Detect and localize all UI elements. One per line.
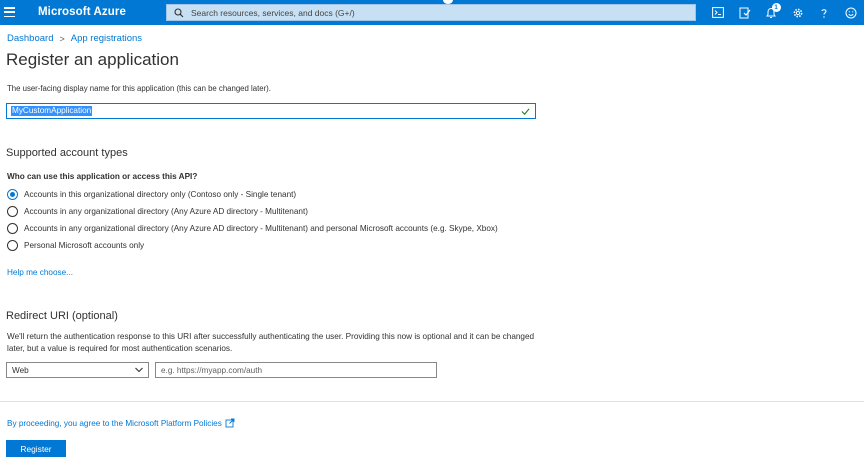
redirect-uri-input[interactable]	[155, 362, 437, 378]
search-input[interactable]	[191, 5, 691, 20]
page-title: Register an application	[6, 50, 179, 69]
breadcrumb: Dashboard > App registrations	[7, 33, 142, 44]
top-bar: Microsoft Azure 1	[0, 0, 864, 25]
chevron-down-icon	[135, 367, 143, 373]
breadcrumb-separator: >	[59, 33, 65, 44]
radio-label: Personal Microsoft accounts only	[24, 241, 145, 250]
redirect-uri-heading: Redirect URI (optional)	[6, 310, 118, 322]
radio-button[interactable]	[7, 223, 18, 234]
radio-multitenant-personal[interactable]: Accounts in any organizational directory…	[7, 223, 498, 234]
directory-filter-icon[interactable]	[732, 0, 759, 25]
app-name-input[interactable]	[7, 104, 507, 118]
radio-single-tenant[interactable]: Accounts in this organizational director…	[7, 189, 296, 200]
platform-select[interactable]: Web	[6, 362, 149, 378]
register-button[interactable]: Register	[6, 440, 66, 457]
radio-button[interactable]	[7, 240, 18, 251]
app-name-field[interactable]: MyCustomApplication	[6, 103, 536, 119]
platform-select-value: Web	[12, 365, 29, 375]
footer-divider	[0, 401, 864, 402]
notifications-icon[interactable]: 1	[758, 0, 785, 25]
menu-icon[interactable]	[4, 6, 16, 18]
valid-check-icon	[521, 108, 530, 115]
cloud-shell-icon[interactable]	[705, 0, 732, 25]
radio-label: Accounts in any organizational directory…	[24, 207, 308, 216]
external-link-icon	[225, 418, 235, 428]
radio-button[interactable]	[7, 206, 18, 217]
feedback-icon[interactable]	[838, 0, 864, 25]
redirect-uri-description: We'll return the authentication response…	[7, 332, 535, 353]
search-icon	[173, 7, 185, 19]
radio-label: Accounts in any organizational directory…	[24, 224, 498, 233]
radio-personal-only[interactable]: Personal Microsoft accounts only	[7, 240, 144, 251]
brand-title[interactable]: Microsoft Azure	[38, 6, 126, 18]
account-types-heading: Supported account types	[6, 147, 128, 159]
radio-multitenant[interactable]: Accounts in any organizational directory…	[7, 206, 308, 217]
settings-icon[interactable]	[785, 0, 812, 25]
help-icon[interactable]	[811, 0, 838, 25]
radio-button-checked[interactable]	[7, 189, 18, 200]
help-me-choose-link[interactable]: Help me choose...	[7, 268, 73, 277]
notification-count-badge: 1	[771, 3, 781, 12]
platform-policies-text: By proceeding, you agree to the Microsof…	[7, 418, 222, 428]
breadcrumb-dashboard[interactable]: Dashboard	[7, 33, 53, 44]
breadcrumb-app-registrations[interactable]: App registrations	[71, 33, 142, 44]
name-description: The user-facing display name for this ap…	[7, 84, 271, 93]
platform-policies-link[interactable]: By proceeding, you agree to the Microsof…	[7, 418, 235, 428]
account-types-question: Who can use this application or access t…	[7, 172, 198, 181]
top-icons: 1	[705, 0, 864, 25]
global-search[interactable]	[166, 4, 696, 21]
radio-label: Accounts in this organizational director…	[24, 190, 297, 199]
